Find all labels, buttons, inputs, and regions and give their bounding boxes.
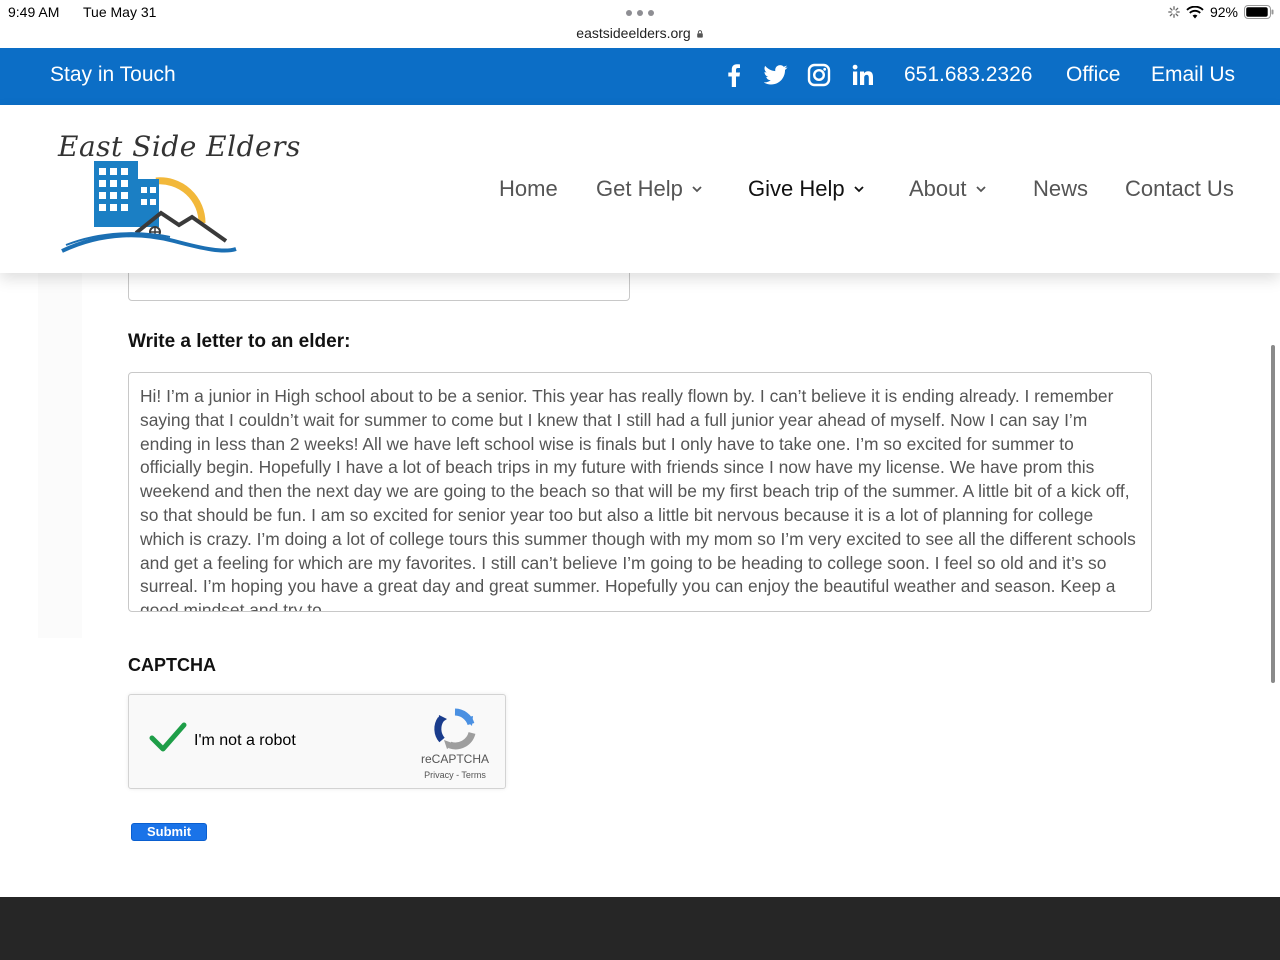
submit-button[interactable]: Submit — [131, 823, 207, 841]
stay-in-touch-label: Stay in Touch — [50, 63, 176, 86]
nav-news-label: News — [1033, 176, 1089, 201]
phone-link[interactable]: 651.683.2326 — [904, 63, 1032, 87]
nav-give-help-label: Give Help — [748, 176, 845, 201]
multitasking-dots-icon[interactable] — [626, 10, 654, 18]
status-date: Tue May 31 — [83, 4, 157, 20]
top-bar: Stay in Touch 651.683.2326 Office Email … — [0, 48, 1280, 105]
recaptcha-checkbox-checkmark-icon[interactable] — [149, 721, 187, 753]
nav-contact-us[interactable]: Contact Us — [1125, 176, 1234, 202]
captcha-heading: CAPTCHA — [128, 655, 216, 675]
office-link[interactable]: Office — [1066, 63, 1120, 87]
address-bar[interactable]: eastsideelders.org — [0, 25, 1280, 41]
nav-get-help-label: Get Help — [596, 176, 683, 201]
chevron-down-icon — [692, 186, 702, 193]
recaptcha-widget: I'm not a robot reCAPTCHA Privacy - Term… — [128, 694, 506, 789]
letter-textarea[interactable]: Hi! I’m a junior in High school about to… — [128, 372, 1152, 612]
nav-about[interactable]: About — [909, 176, 987, 202]
main-content: Write a letter to an elder: Hi! I’m a ju… — [0, 263, 1280, 897]
nav-news[interactable]: News — [1033, 176, 1088, 202]
battery-percent: 92% — [1209, 4, 1238, 20]
status-time: 9:49 AM — [8, 4, 60, 20]
nav-give-help[interactable]: Give Help — [748, 176, 865, 202]
recaptcha-label: I'm not a robot — [194, 732, 296, 749]
letter-label: Write a letter to an elder: — [128, 331, 351, 352]
wifi-icon — [1186, 5, 1204, 18]
recaptcha-privacy-terms-link[interactable]: Privacy - Terms — [409, 770, 501, 780]
nav-home[interactable]: Home — [499, 176, 558, 202]
nav-get-help[interactable]: Get Help — [596, 176, 703, 202]
page: 9:49 AM Tue May 31 eastsideelders.org 92… — [0, 0, 1280, 960]
side-panel — [38, 273, 82, 638]
lock-icon — [696, 30, 703, 38]
site-logo[interactable]: East Side Elders — [44, 115, 314, 265]
status-right: 92% — [1168, 3, 1274, 21]
chevron-down-icon — [853, 186, 864, 193]
instagram-icon[interactable] — [806, 62, 832, 88]
linkedin-icon[interactable] — [850, 62, 876, 88]
site-footer — [0, 897, 1280, 960]
page-scrollbar[interactable] — [1271, 345, 1275, 683]
nav-home-label: Home — [499, 176, 558, 201]
nav-about-label: About — [909, 176, 967, 201]
status-bar: 9:49 AM Tue May 31 eastsideelders.org 92… — [0, 0, 1280, 48]
nav-contact-us-label: Contact Us — [1125, 176, 1234, 201]
url-text: eastsideelders.org — [576, 25, 691, 41]
site-header: East Side Elders Home Get Help Give Help… — [0, 105, 1280, 273]
email-us-link[interactable]: Email Us — [1151, 63, 1235, 87]
twitter-icon[interactable] — [763, 62, 789, 88]
facebook-icon[interactable] — [721, 62, 747, 88]
recaptcha-brand: reCAPTCHA — [420, 752, 489, 766]
logo-graphic — [61, 161, 237, 253]
recaptcha-logo-icon — [434, 708, 476, 750]
battery-icon — [1244, 5, 1274, 19]
chevron-down-icon — [975, 186, 986, 193]
loading-spinner-icon — [1168, 6, 1180, 18]
